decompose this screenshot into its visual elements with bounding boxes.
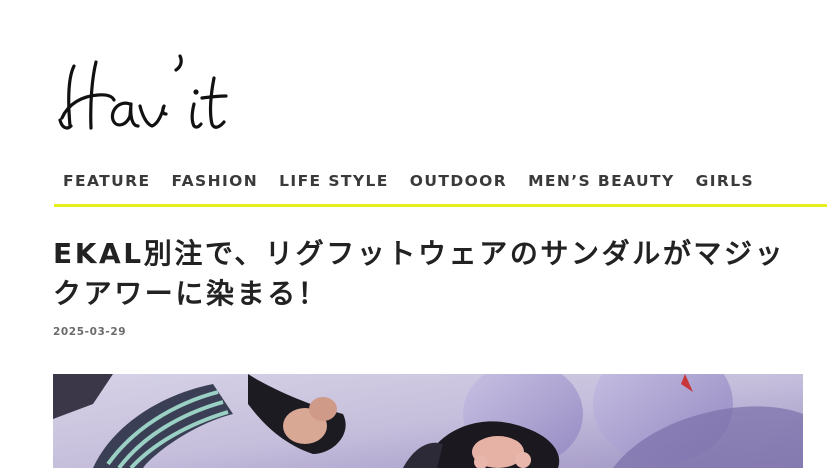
article-title: EKAL別注で、リグフットウェアのサンダルがマジックアワーに染まる！ [53,237,786,310]
nav-list: FEATURE FASHION LIFE STYLE OUTDOOR MEN’S… [54,168,827,194]
nav-item-life-style[interactable]: LIFE STYLE [279,172,389,190]
logo-wordmark [58,54,228,130]
nav-item-fashion[interactable]: FASHION [171,172,258,190]
nav-item-feature[interactable]: FEATURE [63,172,150,190]
nav-item-mens-beauty[interactable]: MEN’S BEAUTY [528,172,675,190]
main-nav: FEATURE FASHION LIFE STYLE OUTDOOR MEN’S… [54,168,827,207]
article-date: 2025-03-29 [53,326,127,338]
site-logo[interactable] [58,48,273,138]
page: FEATURE FASHION LIFE STYLE OUTDOOR MEN’S… [0,0,832,468]
sandals-photo [53,374,803,468]
hero-image [53,374,803,468]
nav-item-girls[interactable]: GIRLS [696,172,754,190]
nav-item-outdoor[interactable]: OUTDOOR [410,172,507,190]
